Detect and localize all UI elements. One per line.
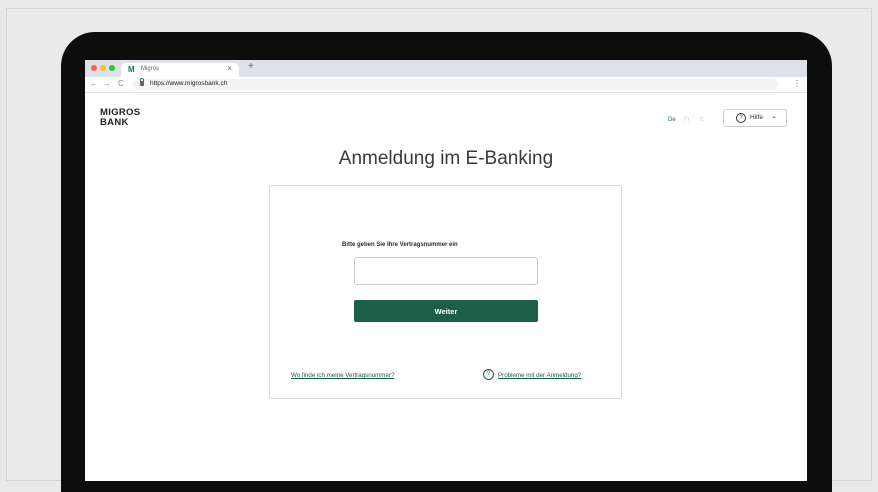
page-title: Anmeldung im E-Banking	[338, 148, 554, 169]
contract-number-input[interactable]	[354, 257, 538, 285]
help-label: Hilfe	[750, 114, 764, 121]
window-close-dot[interactable]	[91, 65, 97, 71]
window-minimize-dot[interactable]	[100, 65, 106, 71]
login-problems-link[interactable]: Probleme mit der Anmeldung?	[498, 372, 581, 379]
migros-bank-logo[interactable]: MIGROS BANK	[100, 108, 140, 128]
new-tab-button[interactable]: +	[248, 61, 254, 72]
language-fr[interactable]: Fr	[684, 117, 690, 123]
lock-icon	[140, 78, 144, 86]
contract-number-help-link[interactable]: Wo finde ich meine Vertragsnummer?	[291, 372, 394, 379]
next-button[interactable]: Weiter	[354, 300, 538, 322]
page-content: MIGROS BANK De Fr It ? Hilfe ⌄ Anmeldung…	[85, 93, 807, 481]
back-arrow-icon[interactable]: ←	[90, 79, 98, 88]
help-dropdown-button[interactable]: ? Hilfe ⌄	[723, 109, 787, 127]
login-card: Bitte geben Sie Ihre Vertragsnummer ein …	[269, 185, 622, 399]
browser-tab[interactable]: M Migros ×	[121, 63, 239, 77]
browser-menu-icon[interactable]: ⋮	[793, 79, 801, 88]
migros-favicon-icon: M	[128, 65, 135, 74]
reload-icon[interactable]: C	[118, 79, 124, 88]
question-circle-icon: ?	[483, 369, 494, 380]
tab-title: Migros	[141, 66, 160, 72]
chevron-down-icon: ⌄	[771, 113, 777, 120]
browser-tab-strip: M Migros × +	[85, 60, 807, 77]
browser-toolbar: ← → C https://www.migrosbank.ch ⋮	[85, 77, 807, 93]
language-de[interactable]: De	[668, 117, 676, 123]
question-circle-icon: ?	[736, 113, 746, 123]
url-text: https://www.migrosbank.ch	[150, 80, 228, 87]
forward-arrow-icon[interactable]: →	[103, 79, 111, 88]
close-icon[interactable]: ×	[227, 64, 232, 73]
contract-number-label: Bitte geben Sie Ihre Vertragsnummer ein	[342, 242, 458, 248]
logo-line-bank: BANK	[100, 117, 129, 128]
language-it[interactable]: It	[700, 117, 703, 123]
laptop-screen: M Migros × + ← → C https://www.migrosban…	[85, 60, 807, 481]
window-zoom-dot[interactable]	[109, 65, 115, 71]
address-bar[interactable]: https://www.migrosbank.ch	[133, 78, 778, 90]
